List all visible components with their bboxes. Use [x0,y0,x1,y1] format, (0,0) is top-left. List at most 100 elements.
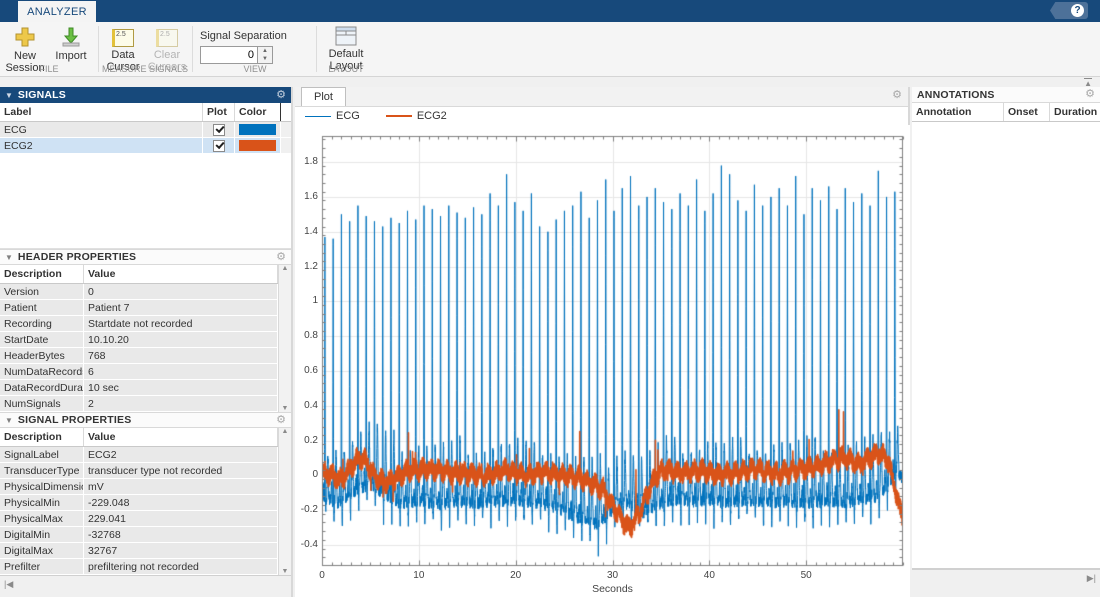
y-tick-label: -0.2 [294,504,318,515]
legend-line-icon [386,115,412,117]
signal-property-row[interactable]: DigitalMin-32768 [0,527,278,543]
x-tick-label: 0 [307,570,337,581]
signals-col-color[interactable]: Color [235,103,281,121]
title-bar: ANALYZER ? [0,0,1100,22]
signal-property-row[interactable]: PhysicalDimensionmV [0,479,278,495]
import-arrow-icon [60,26,82,48]
signal-property-row[interactable]: Prefilterprefiltering not recorded [0,559,278,575]
collapse-triangle-icon[interactable]: ▼ [5,416,13,425]
signal-property-row[interactable]: PhysicalMin-229.048 [0,495,278,511]
new-session-plus-icon [14,26,36,48]
scroll-right-icon[interactable]: ▶| [1087,573,1096,584]
scroll-up-icon[interactable]: ▲ [282,265,289,272]
left-horizontal-scrollbar[interactable]: |◀ [0,575,291,592]
header-properties-scrollbar[interactable]: ▲ ▼ [278,265,291,412]
color-cell[interactable] [235,138,281,153]
header-property-row[interactable]: HeaderBytes768 [0,348,278,364]
property-description: NumSignals [0,396,84,411]
property-description: DigitalMax [0,543,84,558]
plot-legend: ECG ECG2 [295,107,908,125]
scroll-down-icon[interactable]: ▼ [282,568,289,575]
signal-property-row[interactable]: DigitalMax32767 [0,543,278,559]
annotations-horizontal-scrollbar[interactable]: ▶| [912,569,1100,586]
header-properties-gear-icon[interactable]: ⚙ [276,252,286,263]
signal-property-row[interactable]: PhysicalMax229.041 [0,511,278,527]
property-description: NumDataRecords [0,364,84,379]
signal-separation-group: Signal Separation ▲ ▼ [200,26,310,64]
header-property-row[interactable]: NumDataRecords6 [0,364,278,380]
signal-separation-spinner[interactable]: ▲ ▼ [258,46,273,64]
ecg-chart-canvas[interactable] [295,125,910,597]
col-value[interactable]: Value [84,265,278,283]
annotations-gear-icon[interactable]: ⚙ [1085,89,1095,100]
scroll-left-icon[interactable]: |◀ [4,579,13,590]
y-tick-label: 1.4 [294,226,318,237]
signal-properties-gear-icon[interactable]: ⚙ [276,415,286,426]
col-duration[interactable]: Duration [1050,103,1099,121]
tab-analyzer[interactable]: ANALYZER [18,1,96,22]
signals-panel-header[interactable]: ▼ SIGNALS ⚙ [0,87,291,103]
y-tick-label: 0 [294,469,318,480]
legend-line-icon [305,116,331,117]
header-property-row[interactable]: RecordingStartdate not recorded [0,316,278,332]
header-properties-header[interactable]: ▼ HEADER PROPERTIES ⚙ [0,249,291,265]
color-swatch[interactable] [239,140,276,151]
tab-plot[interactable]: Plot [301,87,346,106]
scroll-up-icon[interactable]: ▲ [282,428,289,435]
section-label-file: FILE [6,64,92,74]
color-swatch[interactable] [239,124,276,135]
plot-checkbox-checked[interactable] [213,140,225,152]
signal-row-ecg2[interactable]: ECG2 [0,138,291,154]
col-onset[interactable]: Onset [1004,103,1050,121]
property-value: prefiltering not recorded [84,559,278,574]
chart-area[interactable]: Seconds -0.4-0.200.20.40.60.811.21.41.61… [295,125,910,597]
section-label-layout: LAYOUT [318,64,374,74]
import-button[interactable]: Import [50,26,92,62]
property-value: 768 [84,348,278,363]
collapse-triangle-icon[interactable]: ▼ [5,253,13,262]
y-tick-label: 1 [294,295,318,306]
legend-item-ecg[interactable]: ECG [305,110,360,122]
section-label-measure-signals: MEASURE SIGNALS [100,64,190,74]
property-description: TransducerType [0,463,84,478]
col-annotation[interactable]: Annotation [912,103,1004,121]
signal-separation-input[interactable] [200,46,258,64]
signal-label[interactable]: ECG2 [0,138,203,153]
spinner-up-icon[interactable]: ▲ [258,47,272,55]
plot-checkbox-cell[interactable] [203,122,235,137]
property-description: PhysicalMax [0,511,84,526]
signal-label[interactable]: ECG [0,122,203,137]
signals-col-plot[interactable]: Plot [203,103,235,121]
legend-item-ecg2[interactable]: ECG2 [386,110,447,122]
header-property-row[interactable]: NumSignals2 [0,396,278,412]
col-value[interactable]: Value [84,428,278,446]
help-button[interactable]: ? [1050,2,1088,19]
col-description[interactable]: Description [0,428,84,446]
plot-gear-icon[interactable]: ⚙ [892,90,902,101]
signal-property-row[interactable]: SignalLabelECG2 [0,447,278,463]
plot-checkbox-cell[interactable] [203,138,235,153]
annotations-header[interactable]: ANNOTATIONS ⚙ [912,87,1100,103]
col-description[interactable]: Description [0,265,84,283]
header-property-row[interactable]: DataRecordDuration10 sec [0,380,278,396]
property-description: Patient [0,300,84,315]
header-property-row[interactable]: Version0 [0,284,278,300]
plot-panel: Plot ⚙ ECG ECG2 Seconds -0.4-0.200.20.40… [295,87,910,597]
data-cursor-icon: 2.5 [112,29,134,47]
signal-properties-header[interactable]: ▼ SIGNAL PROPERTIES ⚙ [0,412,291,428]
spinner-down-icon[interactable]: ▼ [258,55,272,63]
y-tick-label: 0.2 [294,435,318,446]
y-tick-label: 0.6 [294,365,318,376]
signals-col-label[interactable]: Label [0,103,203,121]
header-property-row[interactable]: PatientPatient 7 [0,300,278,316]
signal-property-row[interactable]: TransducerTypetransducer type not record… [0,463,278,479]
scroll-down-icon[interactable]: ▼ [282,405,289,412]
ribbon-toolbar: New Session Import 2.5 Data Cursor 2.5 C… [0,22,1100,77]
header-property-row[interactable]: StartDate10.10.20 [0,332,278,348]
signals-gear-icon[interactable]: ⚙ [276,90,286,101]
collapse-triangle-icon[interactable]: ▼ [5,91,13,100]
plot-checkbox-checked[interactable] [213,124,225,136]
color-cell[interactable] [235,122,281,137]
signal-row-ecg[interactable]: ECG [0,122,291,138]
signal-properties-scrollbar[interactable]: ▲ ▼ [278,428,291,575]
